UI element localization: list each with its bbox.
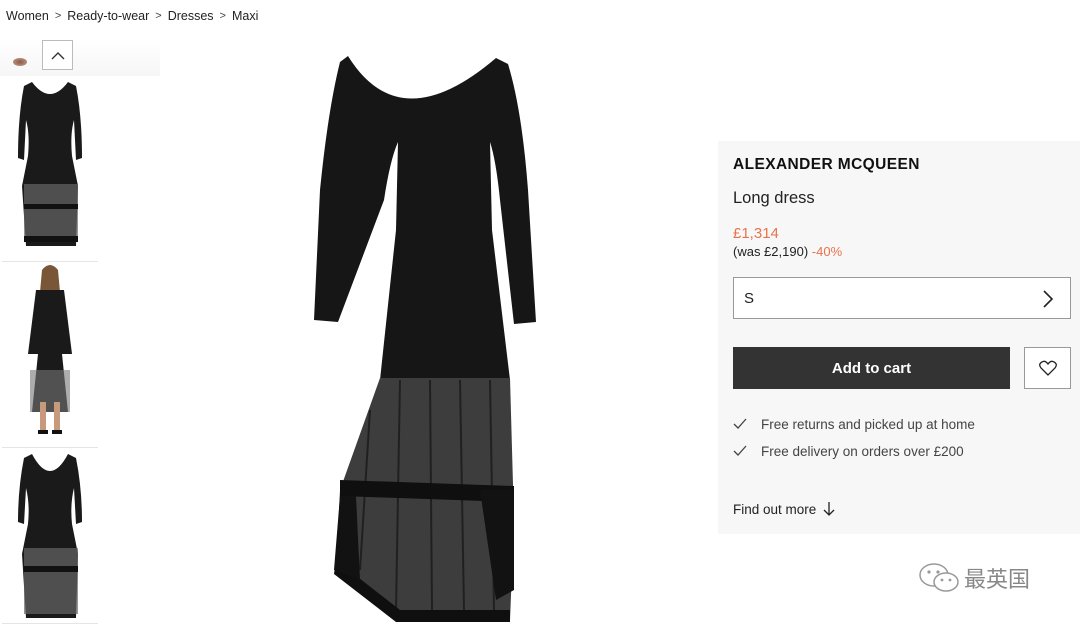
- find-out-more-label: Find out more: [733, 501, 817, 517]
- size-selected-value: S: [744, 289, 755, 307]
- benefit-free-returns: Free returns and picked up at home: [733, 417, 975, 432]
- chevron-right-icon: >: [54, 10, 62, 22]
- thumbnail-scroll-up-button[interactable]: [42, 40, 73, 70]
- benefit-label: Free delivery on orders over £200: [761, 444, 964, 459]
- breadcrumb-maxi[interactable]: Maxi: [232, 9, 258, 23]
- thumbnail-dress-back[interactable]: [2, 448, 98, 624]
- wechat-icon: [919, 563, 959, 592]
- thumbnail-partial: [13, 58, 27, 66]
- size-selector[interactable]: S: [733, 277, 1071, 319]
- breadcrumb: Women > Ready-to-wear > Dresses > Maxi: [6, 9, 258, 23]
- thumbnail-peek-strip: [0, 38, 160, 76]
- heart-icon: [1038, 360, 1057, 376]
- brand-name[interactable]: ALEXANDER MCQUEEN: [733, 156, 920, 174]
- benefit-label: Free returns and picked up at home: [761, 417, 975, 432]
- watermark-text: 最英国: [964, 568, 1031, 593]
- breadcrumb-dresses[interactable]: Dresses: [168, 9, 214, 23]
- product-info-panel: ALEXANDER MCQUEEN Long dress £1,314 (was…: [718, 141, 1080, 534]
- sale-price: £1,314: [733, 225, 779, 242]
- chevron-right-icon: [1043, 290, 1054, 308]
- chevron-right-icon: >: [155, 10, 162, 22]
- watermark: 最英国: [918, 562, 1030, 594]
- chevron-up-icon: [51, 51, 64, 59]
- thumbnail-dress-front[interactable]: [2, 76, 98, 262]
- benefit-free-delivery: Free delivery on orders over £200: [733, 444, 964, 459]
- original-price: (was £2,190): [733, 244, 809, 259]
- add-to-cart-button[interactable]: Add to cart: [733, 347, 1010, 389]
- product-name: Long dress: [733, 189, 815, 207]
- thumbnail-model-front[interactable]: [2, 262, 98, 448]
- check-icon: [733, 417, 761, 432]
- thumbnail-gallery: [0, 38, 160, 624]
- find-out-more-link[interactable]: Find out more: [733, 501, 836, 517]
- chevron-right-icon: >: [219, 10, 226, 22]
- breadcrumb-ready-to-wear[interactable]: Ready-to-wear: [67, 9, 149, 23]
- wishlist-button[interactable]: [1024, 347, 1071, 389]
- product-main-image[interactable]: [300, 50, 560, 624]
- breadcrumb-women[interactable]: Women: [6, 9, 49, 23]
- discount-badge: -40%: [811, 244, 843, 259]
- check-icon: [733, 444, 761, 459]
- arrow-down-icon: [823, 502, 835, 516]
- original-price-line: (was £2,190) -40%: [733, 244, 842, 259]
